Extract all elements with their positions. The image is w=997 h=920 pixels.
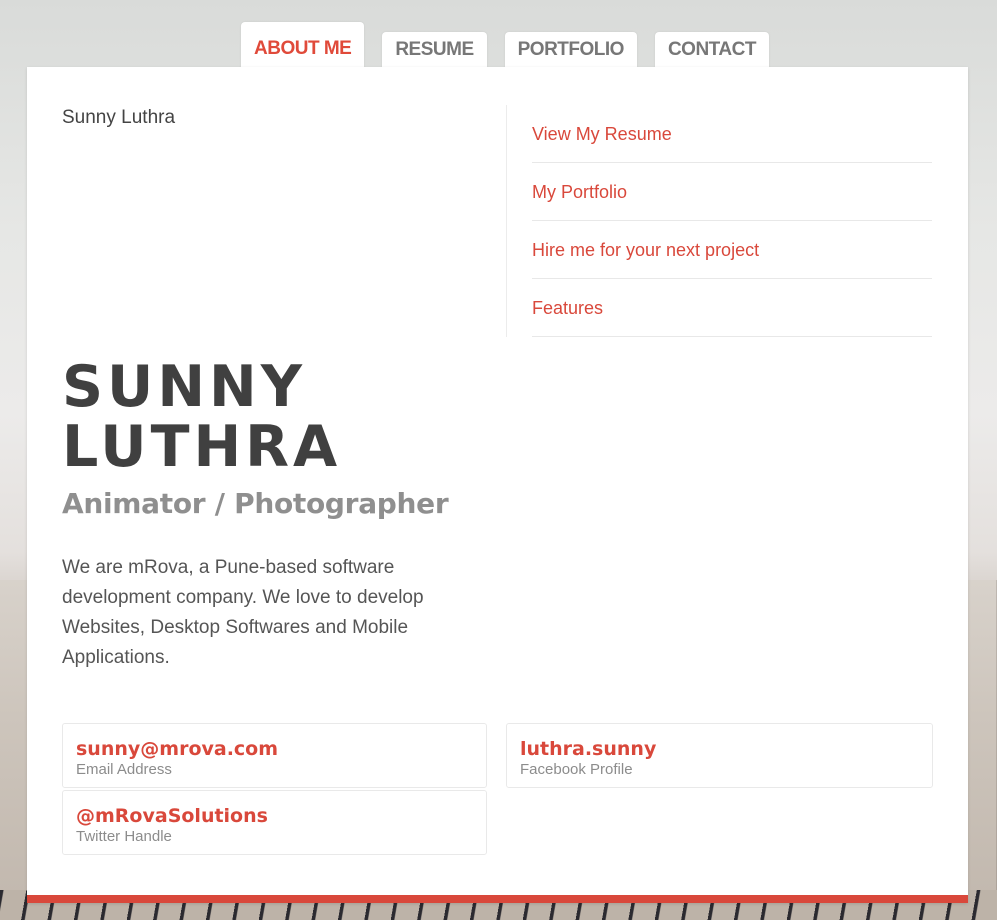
column-divider <box>506 105 507 337</box>
menu-item-portfolio[interactable]: My Portfolio <box>532 163 932 221</box>
contact-card-twitter[interactable]: @mRovaSolutions Twitter Handle <box>62 790 487 855</box>
contact-facebook-value[interactable]: luthra.sunny <box>520 737 919 761</box>
contact-card-email[interactable]: sunny@mrova.com Email Address <box>62 723 487 788</box>
tab-contact[interactable]: CONTACT <box>654 32 769 68</box>
menu-item-view-resume[interactable]: View My Resume <box>532 105 932 163</box>
contact-facebook-label: Facebook Profile <box>520 761 633 778</box>
contact-email-label: Email Address <box>76 761 172 778</box>
profile-name-heading: SUNNY LUTHRA <box>62 357 482 477</box>
contact-email-value[interactable]: sunny@mrova.com <box>76 737 473 761</box>
contact-twitter-value[interactable]: @mRovaSolutions <box>76 804 473 828</box>
tab-portfolio[interactable]: PORTFOLIO <box>504 32 637 68</box>
menu-item-hire-me[interactable]: Hire me for your next project <box>532 221 932 279</box>
profile-name-line2: LUTHRA <box>62 414 342 480</box>
quick-links-menu: View My Resume My Portfolio Hire me for … <box>532 105 932 337</box>
top-nav-tabs: ABOUT ME RESUME PORTFOLIO CONTACT <box>241 22 787 68</box>
tab-about-me[interactable]: ABOUT ME <box>241 22 365 68</box>
profile-title: Animator / Photographer <box>62 487 449 520</box>
contact-twitter-label: Twitter Handle <box>76 828 172 845</box>
menu-item-features[interactable]: Features <box>532 279 932 337</box>
site-name[interactable]: Sunny Luthra <box>62 107 175 129</box>
profile-card: Sunny Luthra View My Resume My Portfolio… <box>27 67 968 903</box>
contact-card-facebook[interactable]: luthra.sunny Facebook Profile <box>506 723 933 788</box>
tab-resume[interactable]: RESUME <box>382 32 487 68</box>
profile-name-line1: SUNNY <box>62 354 307 420</box>
profile-intro: We are mRova, a Pune-based software deve… <box>62 557 424 668</box>
